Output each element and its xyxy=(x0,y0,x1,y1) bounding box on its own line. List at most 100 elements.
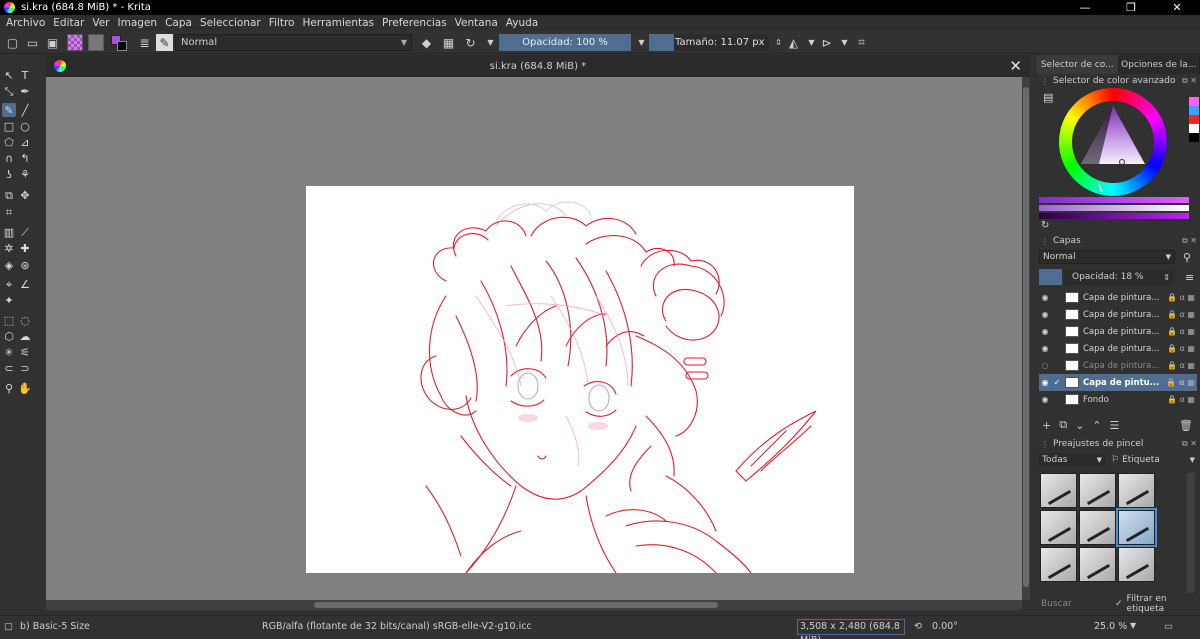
delete-layer-icon[interactable]: 🗑 xyxy=(1179,419,1197,432)
pin-icon[interactable]: ⋮ xyxy=(1041,77,1049,86)
measure-tool-icon[interactable]: ∠ xyxy=(18,277,32,291)
layer-lock-alpha-icons[interactable]: 🔒 α ▦ xyxy=(1167,293,1197,302)
opacity-slider[interactable]: Opacidad: 100 % xyxy=(499,34,631,51)
enclose-fill-icon[interactable]: ⊛ xyxy=(18,258,32,272)
brush-preset[interactable] xyxy=(1079,547,1116,582)
menu-ayuda[interactable]: Ayuda xyxy=(502,17,542,29)
open-folder-icon[interactable]: ▭ xyxy=(24,34,41,51)
menu-archivo[interactable]: Archivo xyxy=(2,17,49,29)
reload-preset-icon[interactable]: ↻ xyxy=(462,34,479,51)
color-settings-icon[interactable]: ▤ xyxy=(1043,91,1053,104)
color-wheel[interactable] xyxy=(1059,88,1167,196)
document-tab[interactable]: si.kra (684.8 MiB) * ✕ xyxy=(46,55,1030,77)
filter-in-tag-checkbox[interactable]: ✓ Filtrar en etiqueta xyxy=(1115,594,1199,614)
move-layer-up-icon[interactable]: ⌃ xyxy=(1092,419,1101,432)
value-slider[interactable] xyxy=(1039,213,1189,219)
hue-slider[interactable] xyxy=(1039,197,1189,203)
pan-tool-icon[interactable]: ✋ xyxy=(18,381,32,395)
visibility-eye-icon[interactable]: ◉ xyxy=(1039,310,1051,319)
eraser-icon[interactable]: ◆ xyxy=(418,34,435,51)
freehand-brush-icon[interactable]: ✎ xyxy=(2,103,16,117)
layer-row[interactable]: ◉ Capa de pintura... 🔒 α ▦ xyxy=(1039,306,1197,323)
chevron-down-icon[interactable]: ▼ xyxy=(482,34,499,51)
layer-check-icon[interactable]: ✓ xyxy=(1051,378,1063,387)
close-button[interactable]: ✕ xyxy=(1154,0,1200,15)
edit-shapes-icon[interactable]: ⤡ xyxy=(2,84,16,98)
tab-tool-options[interactable]: Opciones de la... xyxy=(1118,55,1200,74)
layer-row[interactable]: ◉ ✓ Capa de pintu... 🔒 α ▦ xyxy=(1039,374,1197,391)
panel-float-close-icons[interactable]: ⧉ ✕ xyxy=(1182,439,1197,449)
scrollbar-thumb[interactable] xyxy=(314,602,718,608)
rect-select-icon[interactable]: ⬚ xyxy=(2,313,16,327)
recent-colors-strip[interactable] xyxy=(1189,97,1199,142)
brush-search-input[interactable]: Buscar xyxy=(1039,597,1111,611)
bezier-tool-icon[interactable]: ∩ xyxy=(2,151,16,165)
refresh-color-icon[interactable]: ↻ xyxy=(1041,220,1049,231)
menu-ventana[interactable]: Ventana xyxy=(451,17,502,29)
preset-scrollbar[interactable] xyxy=(1187,473,1195,593)
layer-menu-icon[interactable]: ≡ xyxy=(1185,271,1194,284)
mirror-vertical-icon[interactable]: ⊳ xyxy=(818,34,835,51)
brush-preset[interactable] xyxy=(1040,473,1077,508)
brush-filter-select[interactable]: Todas ▼ xyxy=(1039,453,1105,467)
fill-tool-icon[interactable]: ◈ xyxy=(2,258,16,272)
layer-blend-select[interactable]: Normal ▼ xyxy=(1039,250,1175,264)
layer-color-swatch[interactable] xyxy=(1039,269,1062,285)
polygon-tool-icon[interactable]: ⬠ xyxy=(2,135,16,149)
ellipse-select-icon[interactable]: ◌ xyxy=(18,313,32,327)
fg-bg-color-swatch[interactable] xyxy=(110,34,128,51)
layer-lock-alpha-icons[interactable]: 🔒 α ▦ xyxy=(1167,344,1197,353)
new-document-icon[interactable]: ▢ xyxy=(4,34,21,51)
menu-seleccionar[interactable]: Seleccionar xyxy=(196,17,265,29)
crop-tool-icon[interactable]: ⌗ xyxy=(2,205,16,219)
brush-preset[interactable] xyxy=(1079,510,1116,545)
menu-capa[interactable]: Capa xyxy=(161,17,196,29)
layer-opacity-slider[interactable]: Opacidad: 18 % ⇕ xyxy=(1064,269,1174,285)
color-sliders[interactable] xyxy=(1039,197,1189,221)
recent-color-swatch[interactable] xyxy=(1189,97,1199,106)
move-tool-icon[interactable]: ✥ xyxy=(18,188,32,202)
layer-row[interactable]: ◉ Capa de pintura... 🔒 α ▦ xyxy=(1039,323,1197,340)
menu-herramientas[interactable]: Herramientas xyxy=(298,17,378,29)
size-slider[interactable]: Tamaño: 11.07 px xyxy=(649,34,769,51)
menu-ver[interactable]: Ver xyxy=(88,17,113,29)
layer-lock-alpha-icons[interactable]: 🔒 α ▦ xyxy=(1167,310,1197,319)
brush-preset-selected[interactable] xyxy=(1116,508,1157,547)
recent-color-swatch[interactable] xyxy=(1189,115,1199,124)
select-shapes-icon[interactable]: ↖ xyxy=(2,68,16,82)
horizontal-scrollbar[interactable] xyxy=(46,600,1022,610)
wrap-around-icon[interactable]: ⌗ xyxy=(853,34,870,51)
fullscreen-toggle-icon[interactable]: ▭ xyxy=(1164,621,1173,632)
panel-float-close-icons[interactable]: ⧉ ✕ xyxy=(1182,236,1197,246)
smart-patch-icon[interactable]: ✚ xyxy=(18,241,32,255)
tab-color-selector[interactable]: Selector de co... xyxy=(1037,55,1119,74)
pattern-swatch[interactable] xyxy=(67,34,83,51)
bezier-select-icon[interactable]: ⊂ xyxy=(2,361,16,375)
chevron-down-icon[interactable]: ▼ xyxy=(836,34,853,51)
brush-preset[interactable] xyxy=(1079,473,1116,508)
brush-preset-icon[interactable]: ✎ xyxy=(156,34,173,51)
pin-icon[interactable]: ⋮ xyxy=(1041,237,1049,246)
filter-icon[interactable]: ⚲ xyxy=(1183,251,1191,264)
alpha-lock-icon[interactable]: ▦ xyxy=(440,34,457,51)
multibrush-icon[interactable]: ⚘ xyxy=(18,167,32,181)
saturation-slider[interactable] xyxy=(1039,205,1189,211)
polyline-tool-icon[interactable]: ⊿ xyxy=(18,135,32,149)
layer-row[interactable]: ◉ Capa de pintura... 🔒 α ▦ xyxy=(1039,340,1197,357)
menu-preferencias[interactable]: Preferencias xyxy=(378,17,451,29)
dynamic-brush-icon[interactable]: ʖ xyxy=(2,167,16,181)
pin-icon[interactable]: ⋮ xyxy=(1041,440,1049,449)
layer-row[interactable]: ○ Capa de pintura... 🔒 α ▦ xyxy=(1039,357,1197,374)
drawing-canvas[interactable] xyxy=(306,186,854,573)
brush-tag-select[interactable]: ⚐ Etiqueta ▼ xyxy=(1111,453,1197,467)
freehand-select-icon[interactable]: ☁ xyxy=(18,329,32,343)
spin-arrows-icon[interactable]: ⇕ xyxy=(1163,273,1170,282)
vertical-scrollbar[interactable] xyxy=(1022,77,1030,600)
mirror-horizontal-icon[interactable]: ◭ xyxy=(785,34,802,51)
maximize-button[interactable]: ❐ xyxy=(1108,0,1154,15)
duplicate-layer-icon[interactable]: ⧉ xyxy=(1059,418,1067,432)
brush-preset[interactable] xyxy=(1118,547,1155,582)
image-size-label[interactable]: 3,508 x 2,480 (684.8 MiB) xyxy=(797,619,905,639)
similar-select-icon[interactable]: ⚟ xyxy=(18,345,32,359)
scrollbar-thumb[interactable] xyxy=(1023,87,1029,587)
